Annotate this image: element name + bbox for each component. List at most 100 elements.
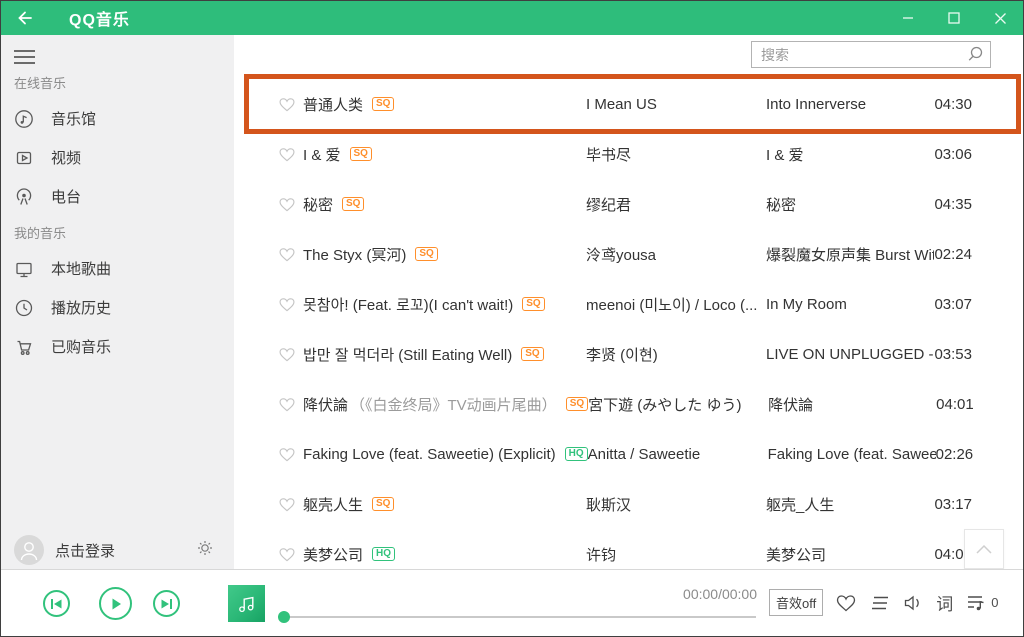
play-mode-icon[interactable]: [869, 594, 891, 612]
song-artist[interactable]: I Mean US: [586, 96, 766, 113]
progress-bar[interactable]: [284, 616, 756, 618]
cart-icon: [14, 337, 34, 357]
song-album[interactable]: In My Room: [766, 296, 934, 313]
song-row[interactable]: 普通人类 SQ I Mean US Into Innerverse 04:30: [244, 74, 1021, 134]
song-artist[interactable]: 泠鸢yousa: [586, 244, 766, 265]
song-row[interactable]: The Styx (冥河) SQ 泠鸢yousa 爆裂魔女原声集 Burst W…: [234, 229, 1023, 279]
login-button[interactable]: 点击登录: [55, 540, 115, 561]
favorite-heart-icon[interactable]: [278, 295, 296, 313]
sidebar-item-label: 已购音乐: [51, 336, 111, 357]
minimize-button[interactable]: [885, 1, 931, 35]
song-title[interactable]: 秘密: [303, 194, 333, 215]
song-album[interactable]: 秘密: [766, 194, 934, 215]
song-row[interactable]: 降伏論 （《白金终局》TV动画片尾曲） SQ 宮下遊 (みやした ゆう) 降伏論…: [234, 379, 1023, 429]
song-album[interactable]: 降伏論: [768, 394, 936, 415]
sidebar-item-local-songs[interactable]: 本地歌曲: [1, 249, 234, 288]
menu-toggle-button[interactable]: [14, 47, 38, 67]
song-album[interactable]: 躯壳_人生: [766, 494, 934, 515]
favorite-heart-icon[interactable]: [278, 95, 296, 113]
song-title-cell: 밥만 잘 먹더라 (Still Eating Well) SQ: [278, 344, 586, 365]
search-icon[interactable]: [966, 45, 984, 68]
sound-effect-button[interactable]: 音效off: [769, 589, 823, 616]
previous-track-button[interactable]: [43, 590, 70, 617]
song-title[interactable]: The Styx (冥河): [303, 244, 406, 265]
song-artist[interactable]: 许钧: [586, 544, 766, 565]
song-artist[interactable]: Anitta / Saweetie: [588, 446, 768, 463]
favorite-heart-icon[interactable]: [835, 593, 857, 613]
search-input[interactable]: [751, 41, 991, 68]
song-duration: 03:06: [934, 146, 972, 163]
maximize-button[interactable]: [931, 1, 977, 35]
favorite-heart-icon[interactable]: [278, 495, 296, 513]
chevron-up-icon: [975, 543, 993, 555]
sidebar-item-play-history[interactable]: 播放历史: [1, 288, 234, 327]
song-artist[interactable]: 宮下遊 (みやした ゆう): [588, 394, 768, 415]
favorite-heart-icon[interactable]: [278, 145, 296, 163]
playlist-icon[interactable]: [965, 593, 987, 613]
song-title[interactable]: I & 爱: [303, 144, 341, 165]
progress-handle[interactable]: [278, 611, 290, 623]
song-duration: 04:30: [934, 96, 972, 113]
volume-icon[interactable]: [903, 594, 924, 612]
song-album[interactable]: LIVE ON UNPLUGGED - ...: [766, 346, 934, 363]
song-artist[interactable]: 耿斯汉: [586, 494, 766, 515]
sidebar-item-label: 音乐馆: [51, 108, 96, 129]
album-art-placeholder[interactable]: [228, 585, 265, 622]
song-artist[interactable]: 毕书尽: [586, 144, 766, 165]
favorite-heart-icon[interactable]: [278, 445, 296, 463]
monitor-icon: [14, 259, 34, 279]
favorite-heart-icon[interactable]: [278, 545, 296, 563]
song-artist[interactable]: meenoi (미노이) / Loco (...: [586, 294, 766, 315]
quality-badge: HQ: [565, 447, 588, 461]
song-row[interactable]: I & 爱 SQ 毕书尽 I & 爱 03:06: [234, 129, 1023, 179]
song-duration: 03:07: [934, 296, 972, 313]
song-row[interactable]: 躯壳人生 SQ 耿斯汉 躯壳_人生 03:17: [234, 479, 1023, 529]
lyrics-button[interactable]: 词: [936, 590, 953, 615]
song-row[interactable]: Faking Love (feat. Saweetie) (Explicit) …: [234, 429, 1023, 479]
scroll-to-top-button[interactable]: [964, 529, 1004, 569]
sidebar-item-label: 视频: [51, 147, 81, 168]
song-title-cell: I & 爱 SQ: [278, 144, 586, 165]
sidebar: 在线音乐 音乐馆 视频: [1, 35, 234, 571]
song-album[interactable]: 美梦公司: [766, 544, 934, 565]
settings-gear-icon[interactable]: [195, 538, 215, 563]
sidebar-item-radio[interactable]: 电台: [1, 177, 234, 216]
song-title[interactable]: 普通人类: [303, 94, 363, 115]
avatar[interactable]: [14, 535, 44, 565]
song-album[interactable]: Faking Love (feat. Saweet...: [768, 446, 936, 463]
song-title[interactable]: 못참아! (Feat. 로꼬)(I can't wait!): [303, 294, 513, 315]
song-album[interactable]: I & 爱: [766, 144, 934, 165]
back-button[interactable]: [5, 1, 45, 35]
song-title[interactable]: 밥만 잘 먹더라 (Still Eating Well): [303, 344, 512, 365]
favorite-heart-icon[interactable]: [278, 395, 296, 413]
song-duration: 03:17: [934, 496, 972, 513]
song-album[interactable]: 爆裂魔女原声集 Burst Wit...: [766, 244, 934, 265]
sidebar-item-music-hall[interactable]: 音乐馆: [1, 99, 234, 138]
favorite-heart-icon[interactable]: [278, 345, 296, 363]
sidebar-item-purchased-music[interactable]: 已购音乐: [1, 327, 234, 366]
favorite-heart-icon[interactable]: [278, 245, 296, 263]
song-row[interactable]: 밥만 잘 먹더라 (Still Eating Well) SQ 李贤 (이현) …: [234, 329, 1023, 379]
song-title[interactable]: Faking Love (feat. Saweetie) (Explicit): [303, 446, 556, 463]
music-note-icon: [236, 593, 258, 615]
song-title[interactable]: 躯壳人生: [303, 494, 363, 515]
close-icon: [994, 12, 1007, 25]
titlebar: QQ音乐: [1, 1, 1023, 35]
song-row[interactable]: 秘密 SQ 缪纪君 秘密 04:35: [234, 179, 1023, 229]
song-title[interactable]: 降伏論: [303, 394, 348, 415]
playlist-count: 0: [991, 595, 998, 610]
song-artist[interactable]: 李贤 (이현): [586, 344, 766, 365]
favorite-heart-icon[interactable]: [278, 195, 296, 213]
song-row[interactable]: 美梦公司 HQ 许钧 美梦公司 04:09: [234, 529, 1023, 569]
song-title[interactable]: 美梦公司: [303, 544, 363, 565]
song-artist[interactable]: 缪纪君: [586, 194, 766, 215]
close-button[interactable]: [977, 1, 1023, 35]
next-track-button[interactable]: [153, 590, 180, 617]
play-button[interactable]: [99, 587, 132, 620]
sidebar-item-label: 本地歌曲: [51, 258, 111, 279]
sidebar-item-video[interactable]: 视频: [1, 138, 234, 177]
minimize-icon: [902, 12, 914, 24]
song-album[interactable]: Into Innerverse: [766, 96, 934, 113]
song-row[interactable]: 못참아! (Feat. 로꼬)(I can't wait!) SQ meenoi…: [234, 279, 1023, 329]
section-online-music: 在线音乐: [14, 73, 234, 91]
